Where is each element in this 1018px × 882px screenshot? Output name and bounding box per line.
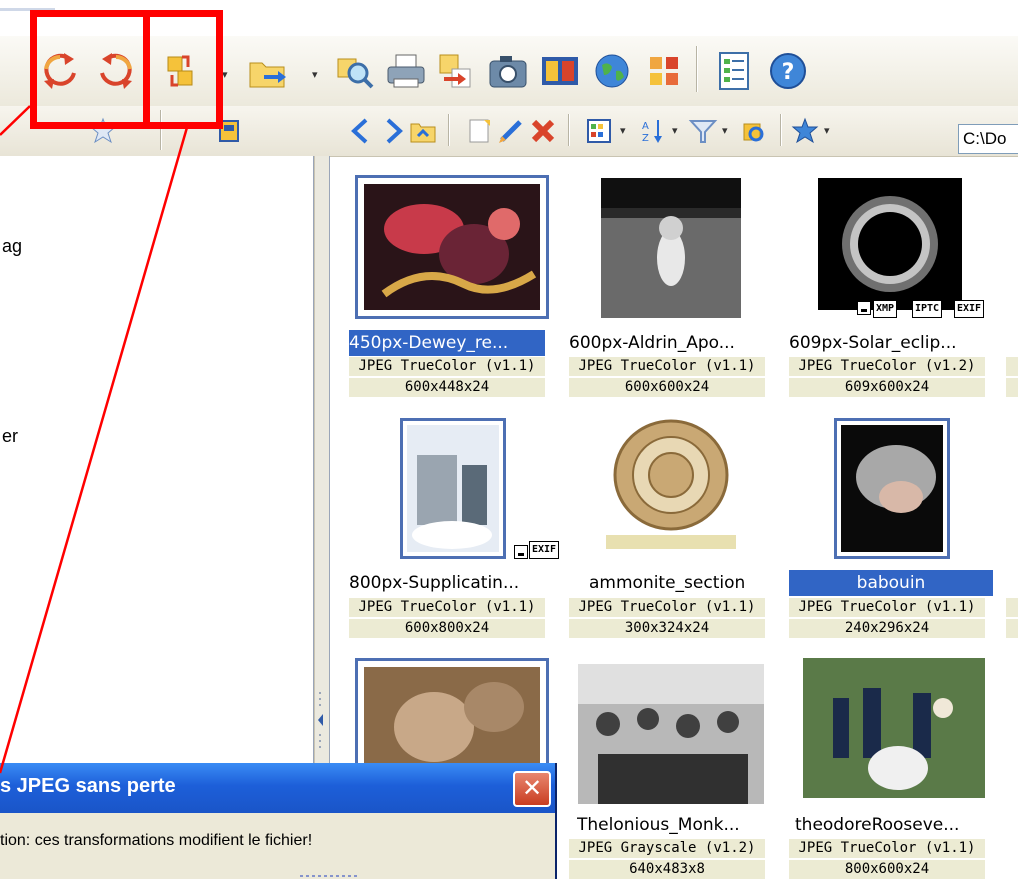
dialog-partial-text [300, 866, 360, 882]
path-input[interactable]: C:\Do [958, 124, 1018, 154]
sort-icon[interactable]: AZ [638, 116, 668, 146]
globe-icon[interactable] [590, 49, 634, 93]
file-mark-icon [857, 301, 871, 315]
rating-dropdown-arrow[interactable]: ▾ [824, 124, 830, 137]
thumbnail-image [601, 178, 741, 318]
thumbnail-format: JPEG TrueColor (v1.1) [349, 598, 545, 617]
exif-badge: EXIF [529, 541, 560, 559]
thumbnail-dimensions-partial [1006, 378, 1018, 397]
left-panel-text: ag [2, 236, 23, 256]
xmp-badge: XMP [873, 300, 898, 318]
thumbnail-dimensions: 640x483x8 [569, 860, 765, 879]
thumbnail-frame[interactable] [834, 418, 950, 559]
thumbnail-format: JPEG TrueColor (v1.1) [789, 598, 985, 617]
thumbnail-dimensions: 600x800x24 [349, 619, 545, 638]
thumbnail-format: JPEG TrueColor (v1.1) [569, 357, 765, 376]
thumbnail-image [364, 667, 540, 771]
view-mode-dropdown-arrow[interactable]: ▾ [620, 124, 626, 137]
thumbnail-name[interactable]: babouin [789, 570, 993, 596]
iptc-badge: IPTC [912, 300, 943, 318]
thumbnail-image [803, 658, 985, 798]
thumbnail-image [606, 413, 736, 555]
annotation-box-rotate [30, 10, 150, 129]
thumbnail-name[interactable]: ammonite_section [589, 570, 789, 596]
toolbar-separator [696, 46, 698, 92]
thumbnail-format-partial [1006, 598, 1018, 617]
thumbnail-name[interactable]: 609px-Solar_eclip... [789, 330, 989, 356]
toolbar-separator [448, 114, 450, 146]
properties-icon[interactable] [712, 49, 756, 93]
camera-icon[interactable] [486, 49, 530, 93]
annotation-box-transform [143, 10, 223, 129]
toolbar-separator [780, 114, 782, 146]
toolbar-separator [568, 114, 570, 146]
thumbnail-dimensions: 600x448x24 [349, 378, 545, 397]
new-file-icon[interactable] [464, 116, 494, 146]
thumbnail-format: JPEG TrueColor (v1.1) [349, 357, 545, 376]
open-folder-icon[interactable] [246, 49, 290, 93]
thumbnail-frame[interactable] [400, 418, 506, 559]
splitter-grip-icon[interactable] [316, 690, 325, 760]
thumbnail-name[interactable]: Thelonious_Monk... [577, 812, 777, 838]
refresh-folder-icon[interactable] [738, 116, 768, 146]
svg-text:Z: Z [642, 133, 649, 144]
thumbnail-format: JPEG Grayscale (v1.2) [569, 839, 765, 858]
left-panel-text: er [2, 426, 19, 446]
slideshow-icon[interactable] [538, 49, 582, 93]
search-icon[interactable] [332, 49, 376, 93]
thumbnail-dimensions: 600x600x24 [569, 378, 765, 397]
thumbnail-format: JPEG TrueColor (v1.1) [789, 839, 985, 858]
dialog-warning-message: tion: ces transformations modifient le f… [0, 832, 313, 849]
thumbnail-name[interactable]: theodoreRooseve... [795, 812, 995, 838]
contact-sheet-icon[interactable] [642, 49, 686, 93]
close-icon[interactable]: ✕ [513, 771, 551, 807]
thumbnail-dimensions-partial [1006, 619, 1018, 638]
filter-dropdown-arrow[interactable]: ▾ [722, 124, 728, 137]
dialog-title: s JPEG sans perte [0, 775, 176, 797]
back-arrow-icon[interactable] [346, 116, 376, 146]
thumbnail-image [407, 425, 499, 552]
parent-folder-icon[interactable] [408, 116, 438, 146]
thumbnail-format: JPEG TrueColor (v1.1) [569, 598, 765, 617]
view-mode-icon[interactable] [584, 116, 614, 146]
svg-text:A: A [642, 121, 649, 132]
thumbnail-name[interactable]: 600px-Aldrin_Apo... [569, 330, 769, 356]
thumbnail-dimensions: 300x324x24 [569, 619, 765, 638]
delete-icon[interactable] [528, 116, 558, 146]
print-icon[interactable] [384, 49, 428, 93]
thumbnail-image [364, 184, 540, 310]
sort-dropdown-arrow[interactable]: ▾ [672, 124, 678, 137]
exif-badge: EXIF [954, 300, 985, 318]
thumbnail-image [841, 425, 943, 552]
thumbnail-dimensions: 240x296x24 [789, 619, 985, 638]
thumbnail-dimensions: 800x600x24 [789, 860, 985, 879]
thumbnail-name[interactable]: 450px-Dewey_re... [349, 330, 545, 356]
svg-text:?: ? [782, 60, 795, 85]
thumbnail-image [578, 664, 764, 804]
help-icon[interactable]: ? [766, 49, 810, 93]
filter-icon[interactable] [688, 116, 718, 146]
rating-star-icon[interactable] [790, 116, 820, 146]
file-mark-icon [514, 545, 528, 559]
thumbnail-frame[interactable] [355, 175, 549, 319]
thumbnail-format-partial [1006, 357, 1018, 376]
export-icon[interactable] [434, 49, 478, 93]
open-dropdown-arrow[interactable]: ▾ [312, 68, 318, 81]
thumbnail-dimensions: 609x600x24 [789, 378, 985, 397]
thumbnail-name[interactable]: 800px-Supplicatin... [349, 570, 545, 596]
edit-pencil-icon[interactable] [496, 116, 526, 146]
forward-arrow-icon[interactable] [378, 116, 408, 146]
thumbnail-image [818, 178, 962, 310]
thumbnail-format: JPEG TrueColor (v1.2) [789, 357, 985, 376]
thumbnail-frame[interactable] [355, 658, 549, 774]
